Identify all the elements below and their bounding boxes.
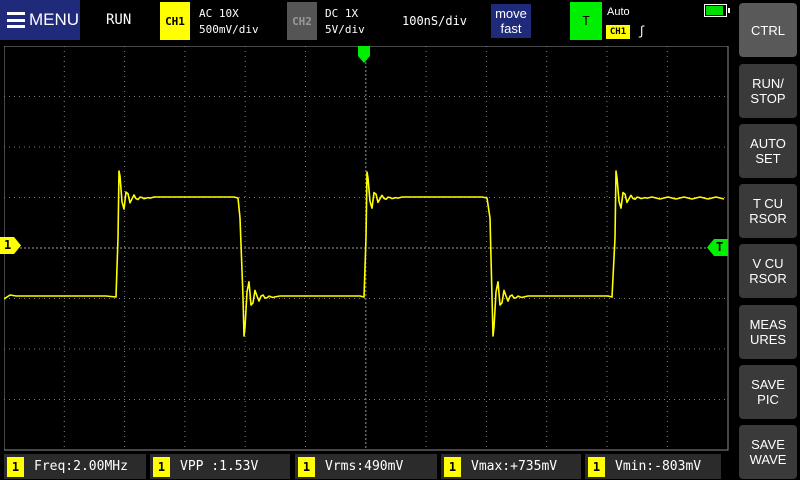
measurement-item[interactable]: 1 Freq:2.00MHz: [4, 454, 146, 479]
trigger-source[interactable]: CH1: [606, 25, 630, 39]
ch1-settings[interactable]: AC 10X 500mV/div: [199, 6, 259, 38]
t-cursor-button[interactable]: T CU RSOR: [739, 184, 797, 238]
measurement-channel-tag: 1: [298, 456, 315, 477]
measurement-channel-tag: 1: [588, 456, 605, 477]
ch2-settings[interactable]: DC 1X 5V/div: [325, 6, 365, 38]
measurement-item[interactable]: 1 Vmin:-803mV: [585, 454, 721, 479]
measurement-channel-tag: 1: [153, 456, 170, 477]
measurement-value: VPP :1.53V: [180, 459, 259, 474]
measurement-channel-tag: 1: [7, 456, 24, 477]
ch1-tag[interactable]: CH1: [160, 2, 190, 40]
auto-set-button[interactable]: AUTO SET: [739, 124, 797, 178]
ch2-coupling: DC 1X: [325, 7, 359, 20]
timebase-setting[interactable]: 100nS/div: [402, 14, 467, 28]
move-speed-button[interactable]: move fast: [491, 4, 531, 38]
ch1-offset-marker[interactable]: 1: [0, 237, 22, 254]
ch1-scale: 500mV/div: [199, 23, 259, 36]
ch1-coupling: AC 10X: [199, 7, 239, 20]
move-speed-value: fast: [500, 21, 522, 36]
measurement-value: Freq:2.00MHz: [34, 459, 128, 474]
measurement-item[interactable]: 1 Vrms:490mV: [295, 454, 437, 479]
save-wave-button[interactable]: SAVE WAVE: [739, 425, 797, 479]
measurement-item[interactable]: 1 VPP :1.53V: [150, 454, 290, 479]
measures-button[interactable]: MEAS URES: [739, 305, 797, 359]
measurement-value: Vmax:+735mV: [471, 459, 558, 474]
trigger-tag[interactable]: T: [570, 2, 602, 40]
battery-level: [706, 6, 724, 15]
trigger-level-label: T: [716, 240, 724, 254]
waveform-display[interactable]: [4, 46, 730, 452]
save-pic-button[interactable]: SAVE PIC: [739, 365, 797, 419]
menu-label: MENU: [29, 10, 80, 29]
v-cursor-button[interactable]: V CU RSOR: [739, 244, 797, 298]
trigger-mode[interactable]: Auto: [607, 6, 630, 18]
measurement-channel-tag: 1: [444, 456, 461, 477]
trigger-position-marker[interactable]: [357, 46, 371, 64]
battery-icon: [704, 4, 730, 17]
measurement-value: Vmin:-803mV: [615, 459, 702, 474]
ch1-offset-label: 1: [4, 238, 12, 252]
measurement-item[interactable]: 1 Vmax:+735mV: [441, 454, 581, 479]
hamburger-icon: [7, 12, 25, 28]
ch2-tag[interactable]: CH2: [287, 2, 317, 40]
trigger-level-marker[interactable]: T: [706, 239, 728, 256]
move-label: move: [495, 6, 527, 21]
run-state-label[interactable]: RUN: [106, 12, 131, 28]
run-stop-button[interactable]: RUN/ STOP: [739, 64, 797, 118]
measurement-value: Vrms:490mV: [325, 459, 404, 474]
ch2-scale: 5V/div: [325, 23, 365, 36]
menu-button[interactable]: MENU: [0, 0, 80, 40]
rising-edge-icon[interactable]: ʃ: [638, 24, 645, 38]
ctrl-button[interactable]: CTRL: [739, 3, 797, 57]
